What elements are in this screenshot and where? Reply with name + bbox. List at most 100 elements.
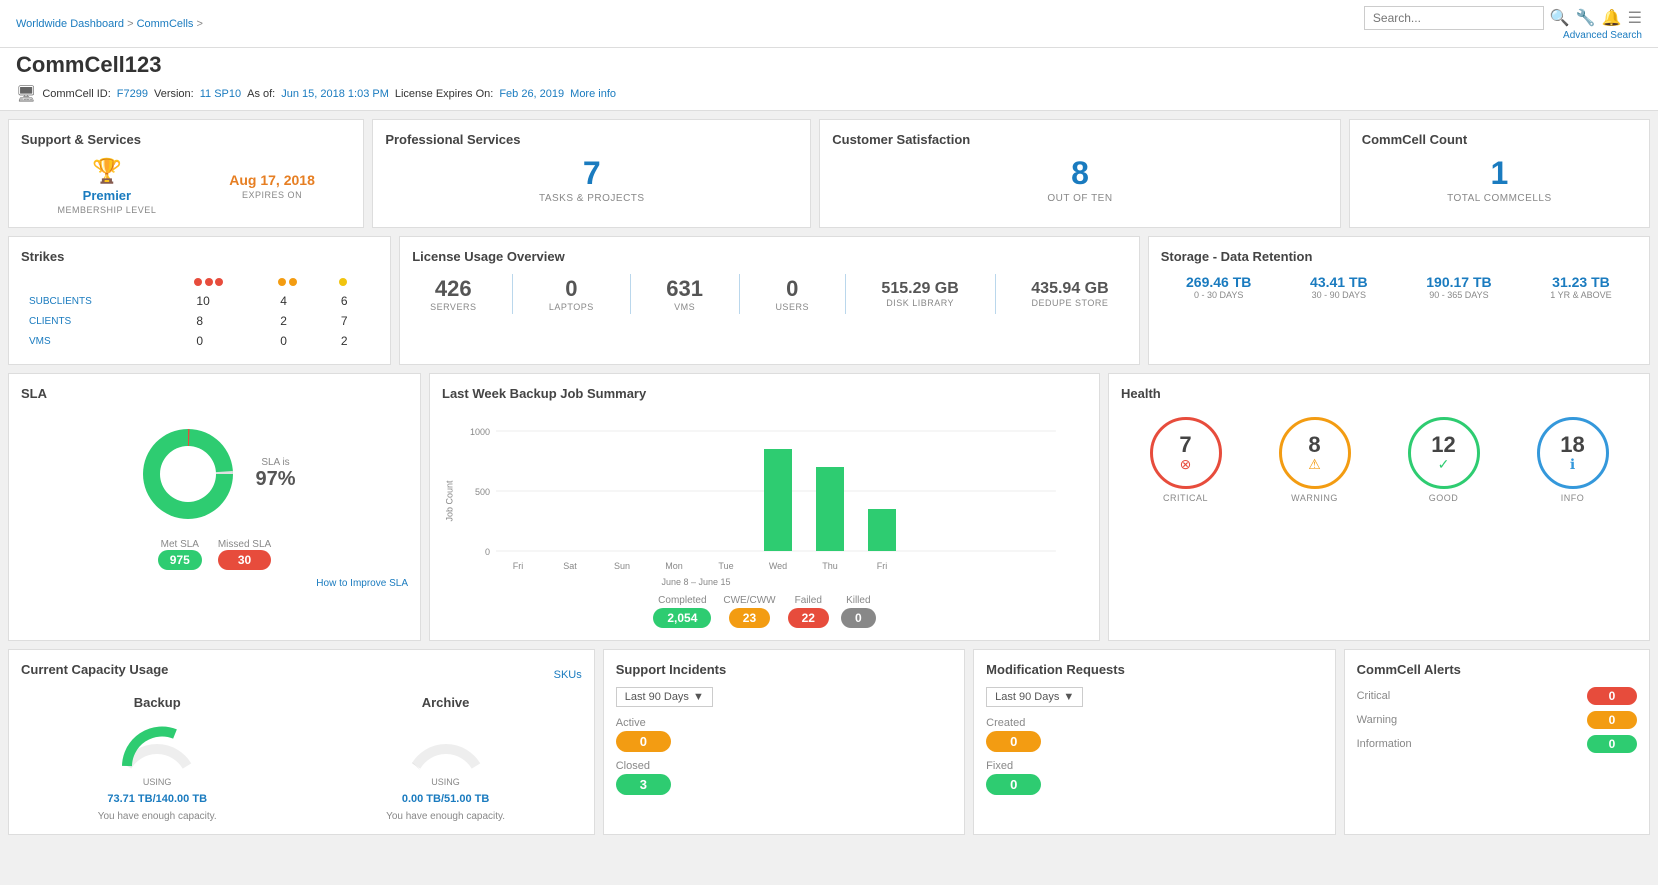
mod-requests-body: Created 0 Fixed 0 [986,717,1322,795]
legend-cwe-value: 23 [729,608,770,628]
alert-warning-label: Warning [1357,714,1398,726]
mod-requests-filter[interactable]: Last 90 Days ▼ [986,687,1083,707]
y-axis-label: Job Count [445,480,455,521]
license-disk-library-label: DISK LIBRARY [881,298,958,308]
row-4: Current Capacity Usage SKUs Backup USING… [8,649,1650,835]
strikes-vms-c1: 2 [335,332,376,350]
dot-orange-1 [278,278,286,286]
license-servers-num: 426 [430,276,476,302]
strikes-subclients-c3: 10 [190,292,272,310]
wrench-icon[interactable]: 🔧 [1576,8,1596,28]
health-title: Health [1121,386,1637,401]
skus-link[interactable]: SKUs [554,669,582,681]
archive-capacity: Archive USING 0.00 TB/51.00 TB You have … [309,695,581,822]
backup-job-summary-card: Last Week Backup Job Summary Job Count 1… [429,373,1100,641]
backup-using-value: 73.71 TB/140.00 TB [107,793,207,805]
legend-completed-label: Completed [658,595,706,606]
warning-label: WARNING [1291,493,1338,503]
license-label: License Expires On: [395,88,493,100]
mod-requests-title: Modification Requests [986,662,1322,677]
y-tick-500: 500 [475,487,490,497]
bar-wed [764,449,792,551]
commcell-id-value[interactable]: F7299 [117,88,148,100]
mod-created-label: Created [986,717,1025,729]
commcell-count-value[interactable]: 1 [1362,157,1637,189]
sla-improve-link[interactable]: How to Improve SLA [21,578,408,589]
more-info-link[interactable]: More info [570,88,616,100]
divider-4 [845,274,846,314]
critical-num: 7 [1179,434,1191,456]
license-disk-library: 515.29 GB DISK LIBRARY [881,280,958,308]
sla-title: SLA [21,386,408,401]
as-of-value: Jun 15, 2018 1:03 PM [281,88,389,100]
strikes-col-1 [335,276,376,290]
x-label-tue: Tue [718,561,733,571]
alert-info-row: Information 0 [1357,735,1637,753]
customer-satisfaction-title: Customer Satisfaction [832,132,1327,147]
license-users-num: 0 [775,276,809,302]
professional-services-count[interactable]: 7 [385,157,798,189]
strikes-clients-c2: 2 [274,312,333,330]
breadcrumb-worldwide[interactable]: Worldwide Dashboard [16,18,124,30]
support-incidents-filter-label: Last 90 Days [625,691,689,703]
backup-note: You have enough capacity. [98,811,217,822]
storage-30-90-label: 30 - 90 DAYS [1310,290,1368,300]
license-laptops: 0 LAPTOPS [549,276,594,312]
incident-closed-label: Closed [616,760,650,772]
health-critical[interactable]: 7 ⊗ CRITICAL [1150,417,1222,503]
x-label-sun: Sun [614,561,630,571]
mod-requests-filter-label: Last 90 Days [995,691,1059,703]
commcell-id-label: CommCell ID: [42,88,110,100]
search-input[interactable] [1364,6,1544,30]
license-dedupe-store-num: 435.94 GB [1031,280,1108,298]
row-2: Strikes [8,236,1650,365]
menu-icon[interactable]: ☰ [1628,8,1642,28]
storage-90-365-num: 190.17 TB [1426,274,1491,290]
license-laptops-num: 0 [549,276,594,302]
x-label-wed: Wed [769,561,787,571]
legend-cwe-label: CWE/CWW [723,595,775,606]
alert-info-badge: 0 [1587,735,1637,753]
incident-active: Active 0 [616,717,952,752]
license-usage-title: License Usage Overview [412,249,1126,264]
support-incidents-filter[interactable]: Last 90 Days ▼ [616,687,713,707]
top-header: Worldwide Dashboard > CommCells > 🔍 🔧 🔔 … [0,0,1658,48]
bell-icon[interactable]: 🔔 [1602,8,1622,28]
legend-killed: Killed 0 [841,595,876,628]
search-button[interactable]: 🔍 [1550,8,1570,28]
capacity-header: Current Capacity Usage SKUs [21,662,582,687]
storage-1yr-label: 1 YR & ABOVE [1550,290,1611,300]
customer-satisfaction-label: OUT OF TEN [832,193,1327,204]
support-services-title: Support & Services [21,132,351,147]
license-laptops-label: LAPTOPS [549,302,594,312]
divider-2 [630,274,631,314]
mod-requests-card: Modification Requests Last 90 Days ▼ Cre… [973,649,1335,835]
sla-body: SLA is 97% Met SLA 975 Missed SLA 30 How… [21,411,408,589]
license-vms-label: VMs [666,302,703,312]
advanced-search-link[interactable]: Advanced Search [1563,30,1642,41]
legend-killed-label: Killed [846,595,870,606]
row-3: SLA SLA is 97% [8,373,1650,641]
strikes-table: SUBCLIENTS 10 4 6 CLIENTS 8 2 7 VMS 0 [21,274,378,352]
health-info[interactable]: 18 ℹ INFO [1537,417,1609,503]
incident-active-label: Active [616,717,646,729]
health-good[interactable]: 12 ✓ GOOD [1408,417,1480,503]
expires-date: Aug 17, 2018 [229,172,315,188]
membership-icon: 🏆 [92,157,122,186]
legend-killed-value: 0 [841,608,876,628]
storage-0-30-label: 0 - 30 DAYS [1186,290,1251,300]
mod-created-value: 0 [986,731,1041,752]
divider-5 [995,274,996,314]
y-tick-1000: 1000 [470,427,490,437]
customer-satisfaction-body: 8 OUT OF TEN [832,157,1327,204]
strikes-col-3 [190,276,272,290]
breadcrumb-commcells[interactable]: CommCells [137,18,194,30]
archive-gauge-svg [406,716,486,771]
info-label: INFO [1561,493,1585,503]
alerts-body: Critical 0 Warning 0 Information 0 [1357,687,1637,753]
membership-name[interactable]: Premier [83,188,131,203]
expires-label: EXPIRES ON [242,190,302,200]
storage-body: 269.46 TB 0 - 30 DAYS 43.41 TB 30 - 90 D… [1161,274,1637,300]
health-warning[interactable]: 8 ⚠ WARNING [1279,417,1351,503]
strikes-card: Strikes [8,236,391,365]
